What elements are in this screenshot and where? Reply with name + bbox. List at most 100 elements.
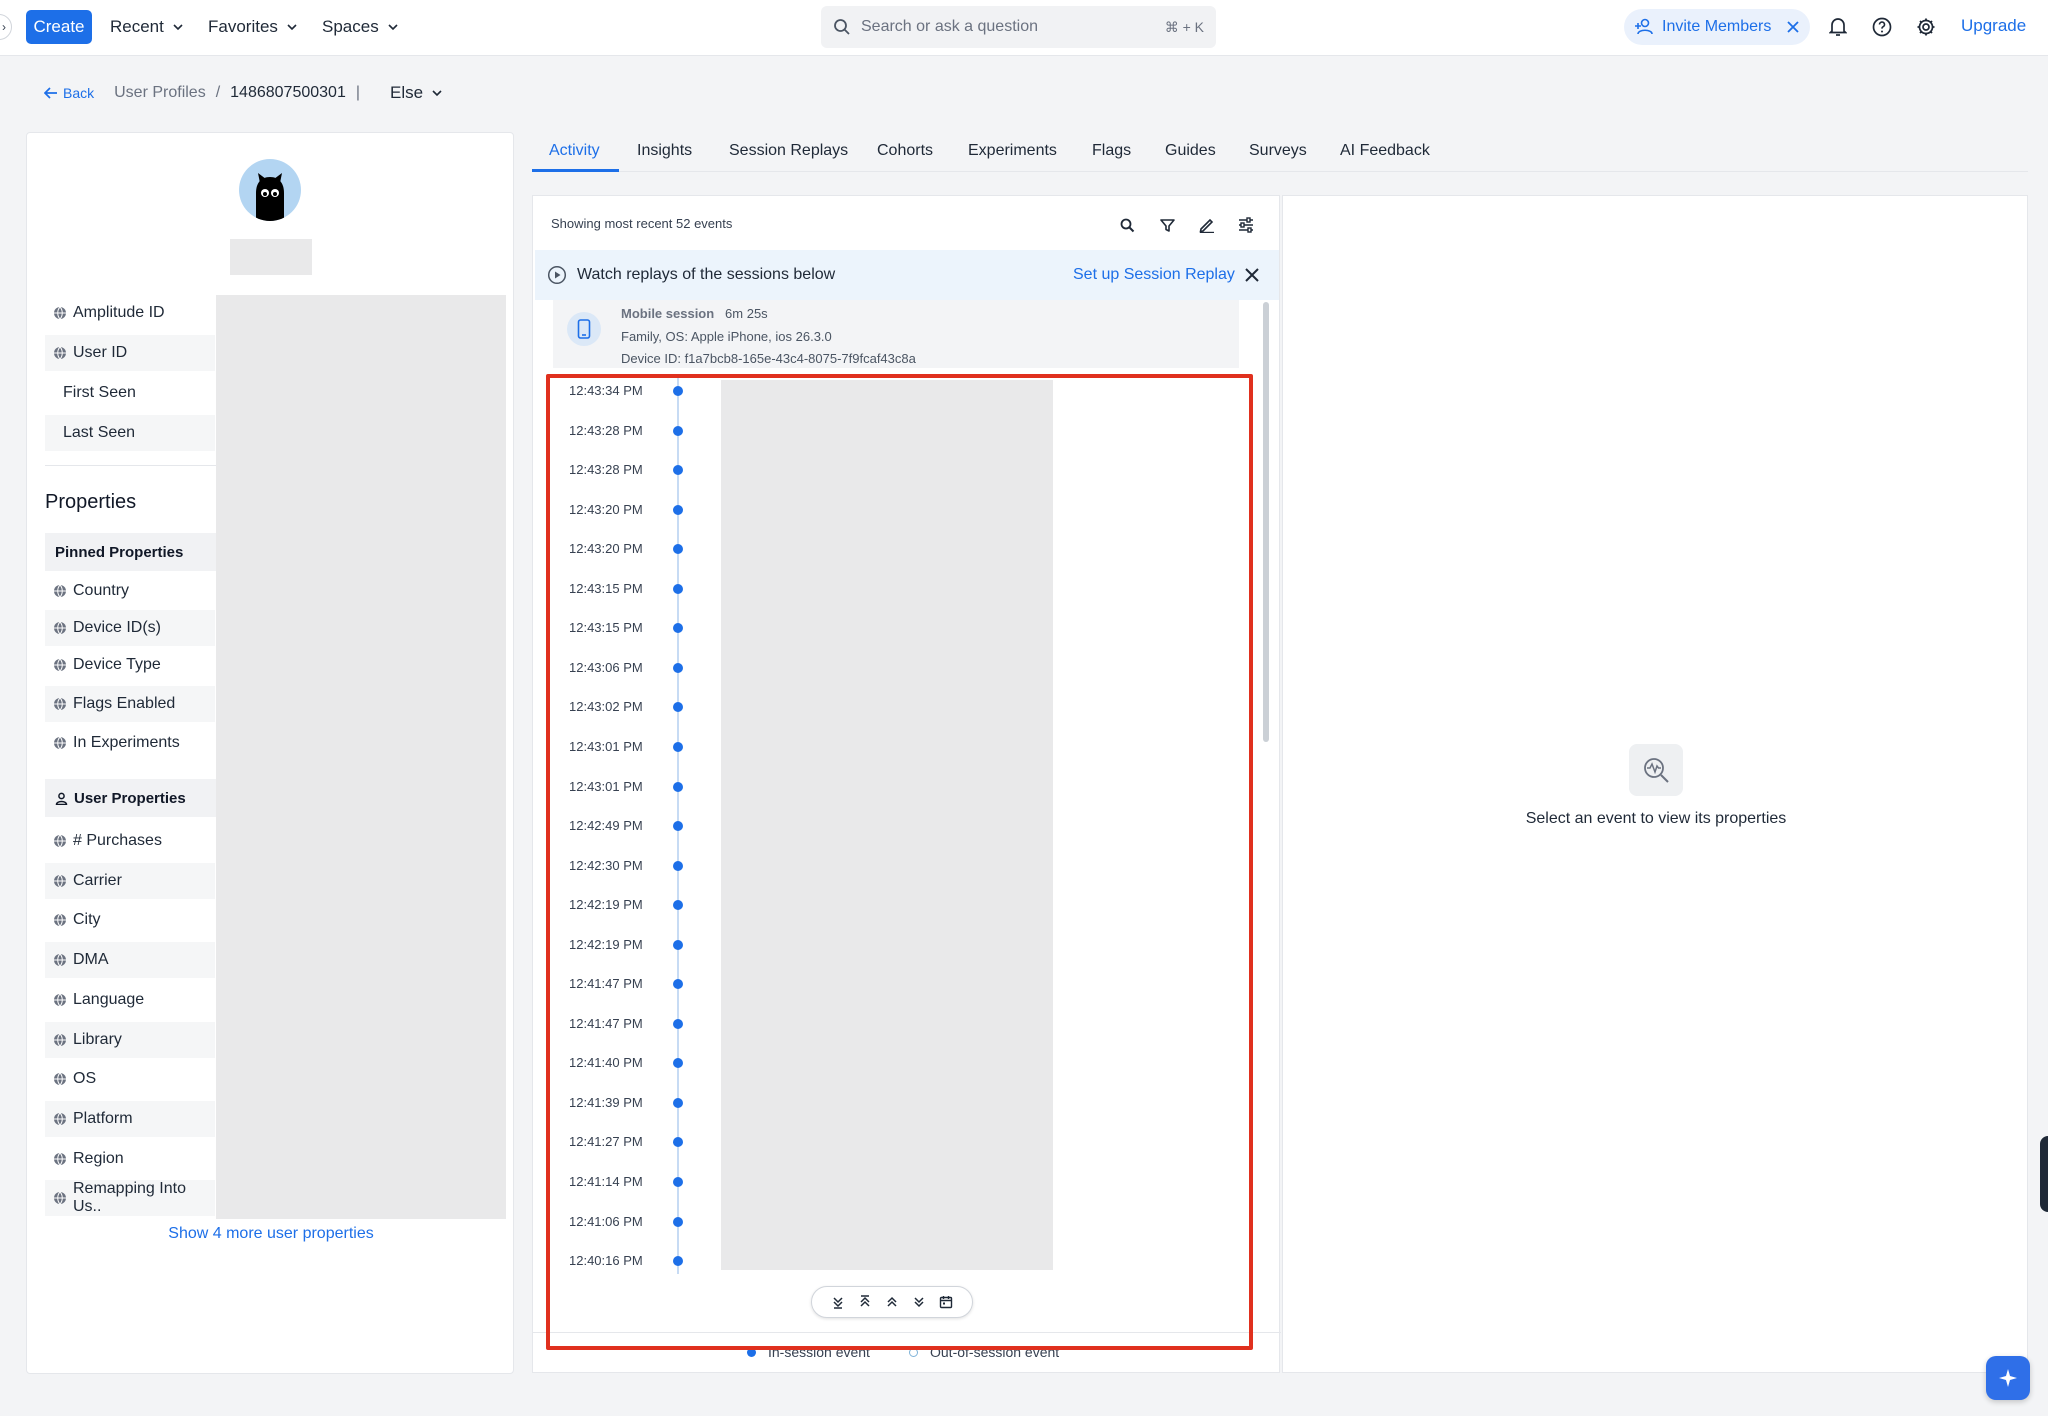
session-card[interactable]: Mobile session 6m 25s Family, OS: Apple … xyxy=(553,300,1239,368)
divider xyxy=(45,465,216,466)
event-dot xyxy=(673,623,683,634)
event-timestamp[interactable]: 12:42:19 PM xyxy=(569,937,643,952)
event-dot xyxy=(673,1018,683,1029)
global-search-input[interactable]: Search or ask a question ⌘ + K xyxy=(821,6,1216,48)
event-timestamp[interactable]: 12:43:01 PM xyxy=(569,779,643,794)
filter-icon[interactable] xyxy=(1156,214,1178,236)
tab-insights[interactable]: Insights xyxy=(637,142,692,160)
event-timestamp[interactable]: 12:43:15 PM xyxy=(569,581,643,596)
tab-ai-feedback[interactable]: AI Feedback xyxy=(1340,142,1430,160)
property-row[interactable]: Flags Enabled xyxy=(45,686,215,722)
event-dot xyxy=(673,544,683,555)
event-timestamp[interactable]: 12:41:27 PM xyxy=(569,1134,643,1149)
event-timestamp[interactable]: 12:41:47 PM xyxy=(569,1016,643,1031)
tab-session-replays[interactable]: Session Replays xyxy=(729,142,848,160)
tab-activity[interactable]: Activity xyxy=(549,142,600,160)
project-selector[interactable]: Else xyxy=(390,83,443,103)
event-timestamp[interactable]: 12:41:40 PM xyxy=(569,1055,643,1070)
tab-guides[interactable]: Guides xyxy=(1165,142,1216,160)
globe-icon xyxy=(54,697,66,711)
event-timestamp[interactable]: 12:41:47 PM xyxy=(569,976,643,991)
event-timestamp[interactable]: 12:43:20 PM xyxy=(569,502,643,517)
event-timestamp[interactable]: 12:41:06 PM xyxy=(569,1214,643,1229)
property-row[interactable]: Device ID(s) xyxy=(45,610,215,646)
tab-experiments[interactable]: Experiments xyxy=(968,142,1057,160)
property-row[interactable]: Region xyxy=(45,1141,215,1177)
back-link[interactable]: Back xyxy=(44,85,94,101)
gear-icon[interactable] xyxy=(1914,15,1938,39)
property-row[interactable]: City xyxy=(45,902,215,938)
property-row[interactable]: Last Seen xyxy=(45,415,215,451)
edit-icon[interactable] xyxy=(1196,214,1218,236)
bell-icon[interactable] xyxy=(1826,15,1850,39)
event-timestamp[interactable]: 12:42:19 PM xyxy=(569,897,643,912)
property-row[interactable]: Remapping Into Us.. xyxy=(45,1180,215,1217)
event-timestamp[interactable]: 12:43:06 PM xyxy=(569,660,643,675)
property-label: DMA xyxy=(73,951,109,969)
event-timestamp[interactable]: 12:43:01 PM xyxy=(569,739,643,754)
legend-dot-out-session xyxy=(909,1347,918,1357)
play-circle-icon xyxy=(547,265,567,285)
event-timestamp[interactable]: 12:43:20 PM xyxy=(569,541,643,556)
properties-heading: Properties xyxy=(45,491,137,513)
property-row[interactable]: Language xyxy=(45,982,215,1018)
tab-surveys[interactable]: Surveys xyxy=(1249,142,1307,160)
property-row[interactable]: # Purchases xyxy=(45,823,215,859)
event-timestamp[interactable]: 12:40:16 PM xyxy=(569,1253,643,1268)
property-row[interactable]: Country xyxy=(45,573,215,609)
property-row[interactable]: User ID xyxy=(45,335,215,371)
create-button[interactable]: Create xyxy=(26,10,92,44)
setup-session-replay-link[interactable]: Set up Session Replay xyxy=(1073,266,1235,284)
event-timestamp[interactable]: 12:43:28 PM xyxy=(569,462,643,477)
event-timestamp[interactable]: 12:42:30 PM xyxy=(569,858,643,873)
property-row[interactable]: Carrier xyxy=(45,862,215,899)
scrollbar[interactable] xyxy=(1260,300,1272,1350)
tab-cohorts[interactable]: Cohorts xyxy=(877,142,933,160)
scroll-up-icon[interactable] xyxy=(883,1293,901,1311)
property-row[interactable]: In Experiments xyxy=(45,725,215,761)
event-timestamp[interactable]: 12:41:14 PM xyxy=(569,1174,643,1189)
event-dot xyxy=(673,1137,683,1148)
event-timestamp[interactable]: 12:43:28 PM xyxy=(569,423,643,438)
property-row[interactable]: Device Type xyxy=(45,647,215,683)
scrollbar-thumb[interactable] xyxy=(1263,302,1269,742)
invite-members-button[interactable]: Invite Members xyxy=(1624,9,1810,45)
upgrade-link[interactable]: Upgrade xyxy=(1961,16,2026,36)
event-dot xyxy=(673,1216,683,1227)
globe-icon xyxy=(54,874,66,888)
recent-menu[interactable]: Recent xyxy=(110,14,184,40)
favorites-menu[interactable]: Favorites xyxy=(208,14,298,40)
tab-flags[interactable]: Flags xyxy=(1092,142,1131,160)
pinned-properties-header[interactable]: Pinned Properties xyxy=(45,533,216,571)
event-timestamp[interactable]: 12:41:39 PM xyxy=(569,1095,643,1110)
property-row[interactable]: OS xyxy=(45,1061,215,1097)
close-icon[interactable] xyxy=(1243,266,1261,284)
feedback-side-tab[interactable] xyxy=(2040,1136,2048,1212)
event-timestamp[interactable]: 12:42:49 PM xyxy=(569,818,643,833)
property-row[interactable]: DMA xyxy=(45,942,215,979)
close-icon[interactable] xyxy=(1786,20,1800,34)
search-icon[interactable] xyxy=(1116,214,1138,236)
settings-sliders-icon[interactable] xyxy=(1235,214,1257,236)
sidebar-expand-handle[interactable]: › xyxy=(0,14,12,40)
event-timestamp[interactable]: 12:43:15 PM xyxy=(569,620,643,635)
jump-to-bottom-icon[interactable] xyxy=(829,1293,847,1311)
property-row[interactable]: First Seen xyxy=(45,375,215,411)
breadcrumb-user-profiles[interactable]: User Profiles xyxy=(114,84,206,102)
help-icon[interactable] xyxy=(1870,15,1894,39)
spaces-menu[interactable]: Spaces xyxy=(322,14,399,40)
globe-icon xyxy=(54,953,66,967)
property-row[interactable]: Platform xyxy=(45,1100,215,1137)
event-timestamp[interactable]: 12:43:34 PM xyxy=(569,383,643,398)
scroll-down-icon[interactable] xyxy=(910,1293,928,1311)
ai-assistant-button[interactable] xyxy=(1986,1356,2030,1400)
calendar-icon[interactable] xyxy=(937,1293,955,1311)
property-row[interactable]: Library xyxy=(45,1021,215,1058)
event-dot xyxy=(673,860,683,871)
jump-to-top-icon[interactable] xyxy=(856,1293,874,1311)
show-more-properties-link[interactable]: Show 4 more user properties xyxy=(27,1225,515,1243)
event-timestamp[interactable]: 12:43:02 PM xyxy=(569,699,643,714)
user-properties-header[interactable]: User Properties xyxy=(45,779,216,817)
globe-icon xyxy=(54,1033,66,1047)
property-row[interactable]: Amplitude ID xyxy=(45,295,215,331)
